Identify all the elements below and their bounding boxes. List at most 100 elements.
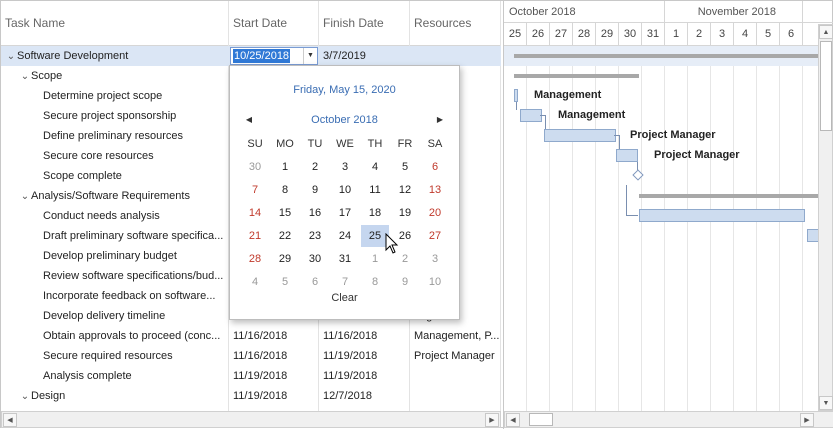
calendar-day[interactable]: 30	[301, 248, 329, 270]
calendar-day[interactable]: 29	[271, 248, 299, 270]
finish-date-cell[interactable]: 11/16/2018	[319, 326, 409, 346]
start-date-cell[interactable]: 11/19/2018	[229, 386, 318, 406]
calendar-day[interactable]: 22	[271, 225, 299, 247]
task-name-cell[interactable]: Secure required resources	[1, 346, 228, 366]
calendar-day[interactable]: 21	[241, 225, 269, 247]
calendar-day[interactable]: 6	[301, 271, 329, 293]
calendar-day[interactable]: 6	[421, 156, 449, 178]
scroll-left-button[interactable]: ◀	[506, 413, 520, 427]
calendar-day[interactable]: 18	[361, 202, 389, 224]
task-name-cell[interactable]: Scope complete	[1, 166, 228, 186]
finish-date-cell[interactable]: 3/7/2019	[319, 46, 409, 66]
calendar-day[interactable]: 20	[421, 202, 449, 224]
task-name-cell[interactable]: Incorporate feedback on software...	[1, 286, 228, 306]
finish-date-cell[interactable]: 11/19/2018	[319, 346, 409, 366]
calendar-day[interactable]: 13	[421, 179, 449, 201]
start-date-cell[interactable]: 11/16/2018	[229, 326, 318, 346]
task-bar-needs-analysis[interactable]	[639, 209, 805, 222]
calendar-day[interactable]: 28	[241, 248, 269, 270]
next-month-icon[interactable]: ▶	[433, 113, 447, 127]
calendar-day[interactable]: 8	[271, 179, 299, 201]
column-header-task-name[interactable]: Task Name	[1, 1, 229, 46]
calendar-day[interactable]: 8	[361, 271, 389, 293]
finish-date-cell[interactable]: 12/7/2018	[319, 386, 409, 406]
task-name-cell[interactable]: ⌄ Design	[1, 386, 228, 406]
task-name-cell[interactable]: Analysis complete	[1, 366, 228, 386]
summary-bar-software-development[interactable]	[514, 54, 819, 58]
calendar-day[interactable]: 5	[271, 271, 299, 293]
task-name-cell[interactable]: Draft preliminary software specifica...	[1, 226, 228, 246]
column-header-resources[interactable]: Resources	[410, 1, 501, 46]
scroll-down-button[interactable]: ▼	[819, 396, 833, 410]
tree-horizontal-scrollbar[interactable]: ◀ ▶	[1, 411, 501, 428]
task-name-cell[interactable]: Determine project scope	[1, 86, 228, 106]
task-name-cell[interactable]: Define preliminary resources	[1, 126, 228, 146]
scroll-right-button[interactable]: ▶	[485, 413, 499, 427]
resources-cell[interactable]	[410, 386, 500, 406]
task-name-cell[interactable]: ⌄ Scope	[1, 66, 228, 86]
calendar-day[interactable]: 11	[361, 179, 389, 201]
expand-chevron-icon[interactable]: ⌄	[19, 387, 31, 406]
calendar-day[interactable]: 27	[421, 225, 449, 247]
task-row[interactable]: Secure required resources 11/16/2018 11/19…	[1, 346, 501, 366]
calendar-day[interactable]: 1	[271, 156, 299, 178]
task-name-cell[interactable]: Obtain approvals to proceed (conc...	[1, 326, 228, 346]
task-row[interactable]: Obtain approvals to proceed (conc... 11/1…	[1, 326, 501, 346]
calendar-day[interactable]: 14	[241, 202, 269, 224]
calendar-day[interactable]: 17	[331, 202, 359, 224]
task-row[interactable]: ⌄ Design 11/19/2018 12/7/2018	[1, 386, 501, 406]
clear-button[interactable]: Clear	[230, 292, 459, 304]
calendar-day[interactable]: 7	[331, 271, 359, 293]
calendar-day[interactable]: 9	[301, 179, 329, 201]
summary-bar-analysis[interactable]	[639, 194, 819, 198]
calendar-day[interactable]: 15	[271, 202, 299, 224]
calendar-day[interactable]: 24	[331, 225, 359, 247]
gantt-vertical-scrollbar[interactable]: ▲ ▼	[818, 24, 833, 411]
scroll-right-button[interactable]: ▶	[800, 413, 814, 427]
expand-chevron-icon[interactable]: ⌄	[5, 47, 17, 66]
task-name-cell[interactable]: ⌄ Analysis/Software Requirements	[1, 186, 228, 206]
scroll-up-button[interactable]: ▲	[819, 25, 833, 39]
calendar-day[interactable]: 16	[301, 202, 329, 224]
task-name-cell[interactable]: Secure project sponsorship	[1, 106, 228, 126]
task-row[interactable]: Analysis complete 11/19/2018 11/19/2018	[1, 366, 501, 386]
task-bar-secure-core-resources[interactable]	[616, 149, 638, 162]
calendar-day[interactable]: 2	[301, 156, 329, 178]
task-name-cell[interactable]: Review software specifications/bud...	[1, 266, 228, 286]
expand-chevron-icon[interactable]: ⌄	[19, 187, 31, 206]
resources-cell[interactable]: Management, P...	[410, 326, 500, 346]
calendar-day[interactable]: 3	[331, 156, 359, 178]
today-date-link[interactable]: Friday, May 15, 2020	[230, 84, 459, 96]
gantt-horizontal-scrollbar[interactable]: ◀ ▶	[504, 411, 833, 428]
column-header-start-date[interactable]: Start Date	[229, 1, 319, 46]
scroll-left-button[interactable]: ◀	[3, 413, 17, 427]
task-bar-define-resources[interactable]	[544, 129, 616, 142]
column-header-finish-date[interactable]: Finish Date	[319, 1, 410, 46]
date-dropdown-button[interactable]: ▼	[303, 48, 317, 64]
calendar-day[interactable]: 12	[391, 179, 419, 201]
calendar-day[interactable]: 30	[241, 156, 269, 178]
task-name-cell[interactable]: Conduct needs analysis	[1, 206, 228, 226]
calendar-day[interactable]: 31	[331, 248, 359, 270]
calendar-day[interactable]: 5	[391, 156, 419, 178]
start-date-editor-value[interactable]: 10/25/2018	[233, 49, 291, 63]
calendar-day[interactable]: 23	[301, 225, 329, 247]
start-date-cell[interactable]: 11/16/2018	[229, 346, 318, 366]
calendar-month-title[interactable]: October 2018	[230, 113, 459, 127]
task-bar-secure-sponsorship[interactable]	[520, 109, 542, 122]
calendar-day[interactable]: 4	[361, 156, 389, 178]
vertical-scroll-thumb[interactable]	[820, 41, 832, 131]
calendar-day[interactable]: 19	[391, 202, 419, 224]
expand-chevron-icon[interactable]: ⌄	[19, 67, 31, 86]
calendar-day[interactable]: 3	[421, 248, 449, 270]
calendar-day[interactable]: 7	[241, 179, 269, 201]
task-bar-determine-scope[interactable]	[514, 89, 518, 102]
calendar-day[interactable]: 4	[241, 271, 269, 293]
resources-cell[interactable]: Project Manager	[410, 346, 500, 366]
start-date-editor[interactable]: 10/25/2018 ▼	[230, 47, 318, 65]
calendar-day[interactable]: 9	[391, 271, 419, 293]
calendar-day[interactable]: 10	[331, 179, 359, 201]
resources-cell[interactable]	[410, 366, 500, 386]
task-name-cell[interactable]: Develop preliminary budget	[1, 246, 228, 266]
summary-bar-scope[interactable]	[514, 74, 639, 78]
